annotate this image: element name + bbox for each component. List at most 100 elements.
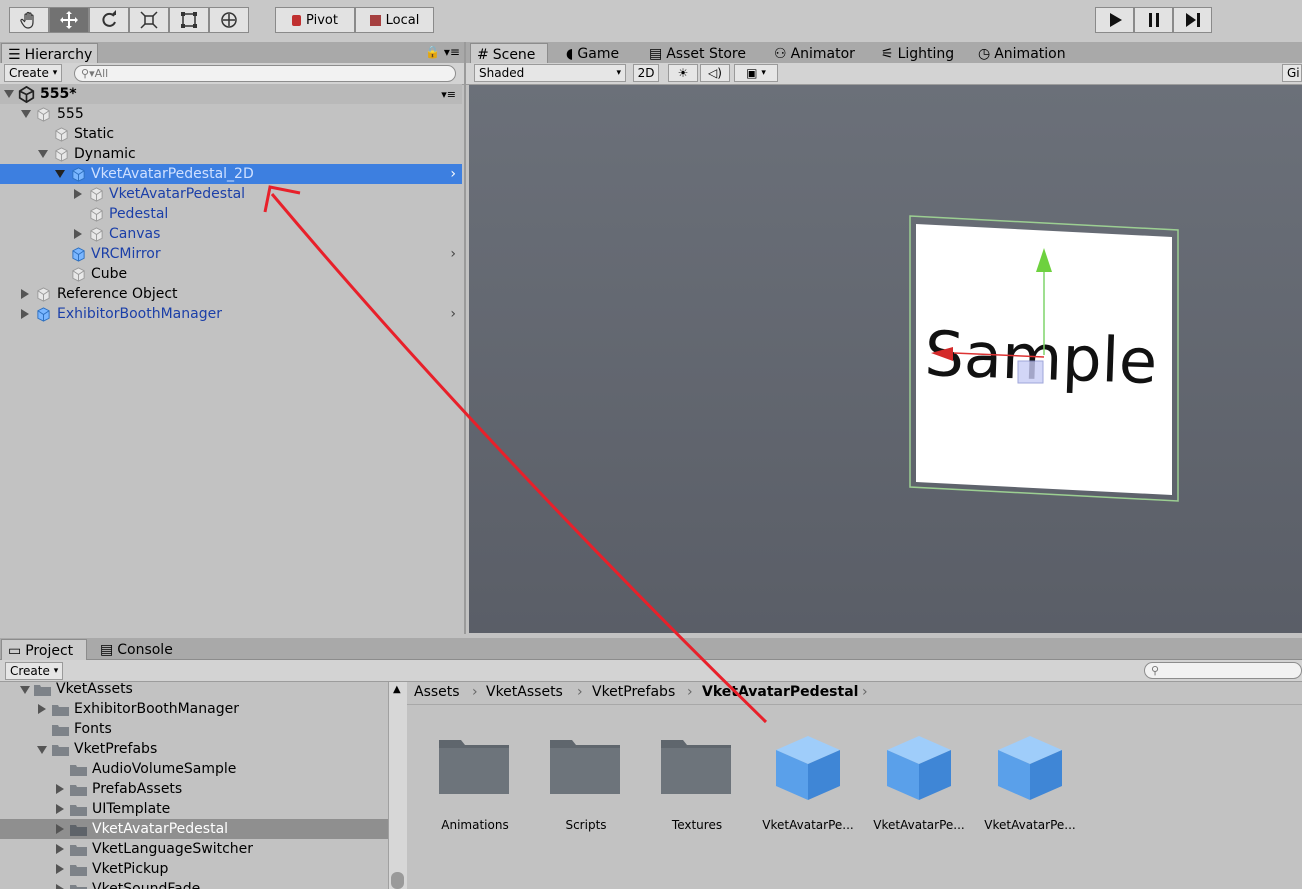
hierarchy-row[interactable]: Canvas	[0, 224, 462, 244]
tab-lighting[interactable]: ⚟ Lighting	[875, 44, 959, 64]
rotate-tool-icon	[102, 10, 116, 27]
tab-scene[interactable]: # Scene	[470, 43, 548, 65]
tab-asset-store-label: Asset Store	[666, 46, 746, 62]
tree-scrollbar[interactable]: ▲	[388, 682, 408, 889]
expand-arrow-icon[interactable]	[74, 229, 82, 239]
tab-game[interactable]: ◖ Game	[560, 44, 630, 64]
panel-menu-icon[interactable]: 🔒 ▾≡	[425, 45, 460, 59]
pause-button[interactable]	[1134, 7, 1173, 33]
move-tool-button[interactable]	[49, 7, 89, 33]
rect-tool-button[interactable]	[169, 7, 209, 33]
expand-arrow-icon[interactable]	[56, 884, 64, 889]
scroll-up-icon[interactable]: ▲	[393, 684, 401, 695]
tab-hierarchy[interactable]: ☰ Hierarchy	[1, 43, 98, 65]
tab-asset-store[interactable]: ▤ Asset Store	[643, 44, 755, 64]
play-button[interactable]	[1095, 7, 1134, 33]
hierarchy-row[interactable]: 555	[0, 104, 462, 124]
hierarchy-row-selected[interactable]: VketAvatarPedestal_2D ›	[0, 164, 462, 184]
scene-viewport[interactable]: Sample	[469, 85, 1302, 633]
rect-tool-icon	[181, 12, 197, 28]
scene-menu-icon[interactable]: ▾≡	[441, 88, 456, 101]
step-button[interactable]	[1173, 7, 1212, 33]
hierarchy-row[interactable]: Pedestal	[0, 204, 462, 224]
tree-item[interactable]: PrefabAssets	[0, 779, 388, 799]
scale-tool-button[interactable]	[129, 7, 169, 33]
expand-arrow-icon[interactable]	[20, 686, 30, 694]
scene-root-row[interactable]: 555* ▾≡	[0, 84, 462, 104]
expand-arrow-icon[interactable]	[38, 704, 46, 714]
dropdown-arrow-icon: ▾	[52, 68, 58, 78]
project-search-input[interactable]: ⚲	[1144, 662, 1302, 679]
expand-arrow-icon[interactable]	[56, 844, 64, 854]
hierarchy-row[interactable]: Static	[0, 124, 462, 144]
expand-arrow-icon[interactable]	[56, 784, 64, 794]
tab-animator[interactable]: ⚇ Animator	[768, 44, 860, 64]
expand-arrow-icon[interactable]	[55, 170, 65, 178]
tab-project[interactable]: ▭ Project	[1, 639, 87, 661]
search-placeholder: All	[94, 67, 109, 80]
tree-item-selected[interactable]: VketAvatarPedestal	[0, 819, 388, 839]
scene-subbar: Shaded ▾ 2D ☀ ◁) ▣ ▾ Gi	[466, 63, 1302, 85]
shading-mode-dropdown[interactable]: Shaded ▾	[474, 64, 626, 82]
expand-arrow-icon[interactable]	[21, 309, 29, 319]
gameobject-icon	[72, 267, 85, 282]
expand-arrow-icon[interactable]	[56, 824, 64, 834]
chevron-right-icon: ›	[862, 684, 868, 700]
hierarchy-create-button[interactable]: Create ▾	[4, 64, 62, 82]
plane-handle[interactable]	[1017, 360, 1044, 384]
expand-arrow-icon[interactable]	[74, 189, 82, 199]
chevron-right-icon[interactable]: ›	[450, 246, 456, 262]
expand-arrow-icon[interactable]	[21, 289, 29, 299]
tree-item[interactable]: AudioVolumeSample	[0, 759, 388, 779]
breadcrumb-item[interactable]: Assets	[414, 684, 460, 700]
console-icon: ▤	[100, 642, 114, 658]
effects-dropdown[interactable]: ▣ ▾	[734, 64, 778, 82]
asset-label: Scripts	[565, 818, 607, 832]
asset-label: VketAvatarPe...	[984, 818, 1076, 832]
audio-toggle[interactable]: ◁)	[700, 64, 730, 82]
tree-item[interactable]: VketPickup	[0, 859, 388, 879]
chevron-right-icon[interactable]: ›	[450, 166, 456, 182]
gizmos-dropdown[interactable]: Gi	[1282, 64, 1302, 82]
expand-arrow-icon[interactable]	[21, 110, 31, 118]
hierarchy-row[interactable]: VRCMirror ›	[0, 244, 462, 264]
mode-2d-toggle[interactable]: 2D	[633, 64, 659, 82]
scale-tool-icon	[140, 11, 158, 29]
chevron-right-icon[interactable]: ›	[450, 306, 456, 322]
row-label: Static	[74, 126, 115, 142]
breadcrumb-item[interactable]: VketPrefabs	[592, 684, 675, 700]
hand-tool-button[interactable]	[9, 7, 49, 33]
tree-item[interactable]: UITemplate	[0, 799, 388, 819]
prefab-icon	[998, 736, 1062, 800]
step-icon	[1185, 13, 1200, 27]
breadcrumb-item-current[interactable]: VketAvatarPedestal	[702, 684, 858, 700]
tree-item[interactable]: VketAssets	[0, 682, 388, 699]
hierarchy-row[interactable]: Dynamic	[0, 144, 462, 164]
tab-console[interactable]: ▤ Console	[94, 640, 180, 660]
project-create-button[interactable]: Create ▾	[5, 662, 63, 680]
rotate-tool-button[interactable]	[89, 7, 129, 33]
transform-tool-button[interactable]	[209, 7, 249, 33]
lighting-toggle[interactable]: ☀	[668, 64, 698, 82]
expand-arrow-icon[interactable]	[4, 90, 14, 98]
asset-label: VketAvatarPe...	[762, 818, 854, 832]
expand-arrow-icon[interactable]	[37, 746, 47, 754]
scrollbar-thumb[interactable]	[391, 872, 404, 889]
breadcrumb-item[interactable]: VketAssets	[486, 684, 563, 700]
hierarchy-row[interactable]: Reference Object	[0, 284, 462, 304]
tree-item[interactable]: ExhibitorBoothManager	[0, 699, 388, 719]
pivot-button[interactable]: Pivot	[275, 7, 355, 33]
tree-item[interactable]: VketLanguageSwitcher	[0, 839, 388, 859]
hierarchy-row[interactable]: ExhibitorBoothManager ›	[0, 304, 462, 324]
tree-item[interactable]: VketPrefabs	[0, 739, 388, 759]
local-button[interactable]: Local	[355, 7, 434, 33]
hierarchy-row[interactable]: VketAvatarPedestal	[0, 184, 462, 204]
expand-arrow-icon[interactable]	[56, 864, 64, 874]
tab-animation[interactable]: ◷ Animation	[972, 44, 1070, 64]
hierarchy-search-input[interactable]: ⚲ ▾ All	[74, 65, 456, 82]
expand-arrow-icon[interactable]	[38, 150, 48, 158]
hierarchy-row[interactable]: Cube	[0, 264, 462, 284]
expand-arrow-icon[interactable]	[56, 804, 64, 814]
tree-item[interactable]: Fonts	[0, 719, 388, 739]
tree-item[interactable]: VketSoundFade	[0, 879, 388, 889]
